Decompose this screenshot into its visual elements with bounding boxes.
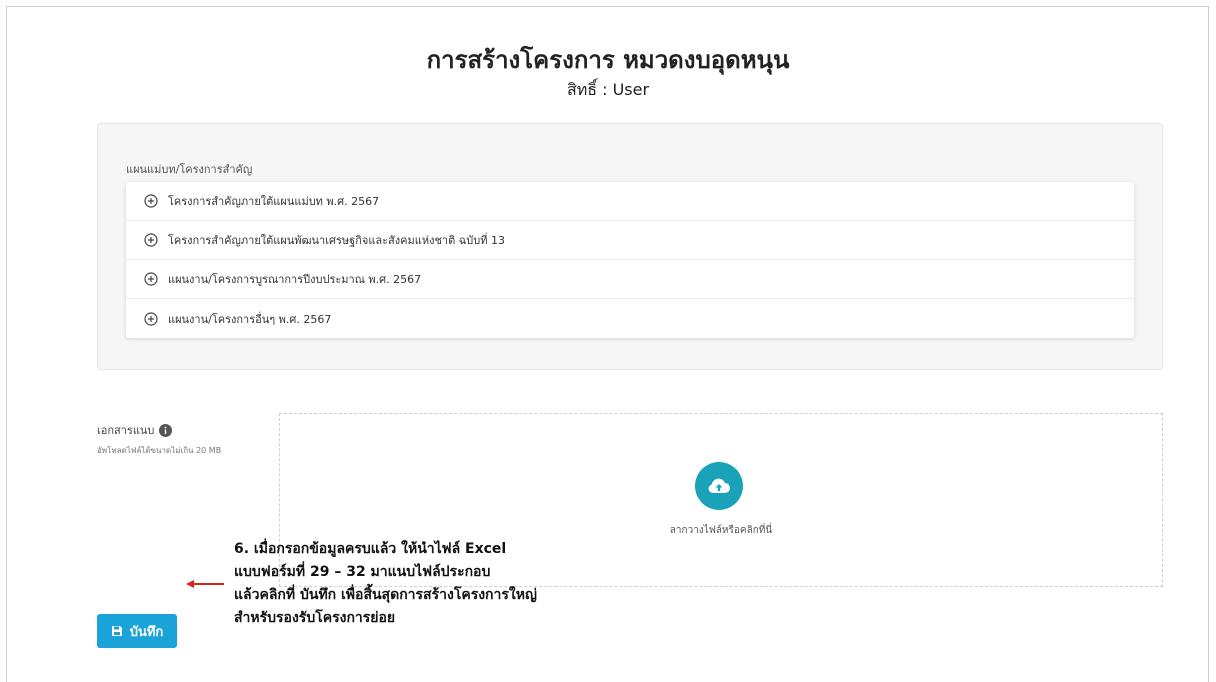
attachments-label: เอกสารแนบ xyxy=(97,421,173,439)
save-button[interactable]: บันทึก xyxy=(97,614,177,648)
info-icon[interactable] xyxy=(159,423,173,437)
plans-label: แผนแม่บท/โครงการสำคัญ xyxy=(126,163,253,176)
attachments-label-text: เอกสารแนบ xyxy=(97,424,155,437)
page-title: การสร้างโครงการ หมวดงบอุดหนุน xyxy=(426,46,790,74)
accordion-item-label: โครงการสำคัญภายใต้แผนแม่บท พ.ศ. 2567 xyxy=(168,195,380,208)
accordion-item-other-plan[interactable]: แผนงาน/โครงการอื่นๆ พ.ศ. 2567 xyxy=(126,299,1134,338)
accordion-item-national-plan[interactable]: โครงการสำคัญภายใต้แผนพัฒนาเศรษฐกิจและสัง… xyxy=(126,221,1134,260)
accordion-item-label: แผนงาน/โครงการอื่นๆ พ.ศ. 2567 xyxy=(168,312,332,326)
accordion-item-integration-plan[interactable]: แผนงาน/โครงการบูรณาการปีงบประมาณ พ.ศ. 25… xyxy=(126,260,1134,299)
accordion-item-master-plan[interactable]: โครงการสำคัญภายใต้แผนแม่บท พ.ศ. 2567 xyxy=(126,182,1134,221)
plus-circle-icon xyxy=(144,233,158,247)
plans-accordion: โครงการสำคัญภายใต้แผนแม่บท พ.ศ. 2567 โคร… xyxy=(126,182,1134,338)
cloud-upload-icon xyxy=(695,462,743,510)
instruction-annotation: 6. เมื่อกรอกข้อมูลครบแล้ว ให้นำไฟล์ Exce… xyxy=(234,538,564,630)
plus-circle-icon xyxy=(144,272,158,286)
plans-card: แผนแม่บท/โครงการสำคัญ โครงการสำคัญภายใต้… xyxy=(97,123,1163,370)
red-arrow-icon xyxy=(186,580,224,588)
attachments-hint: อัพโหลดไฟล์ได้ขนาดไม่เกิน 20 MB xyxy=(97,446,222,455)
annotation-line: สำหรับรองรับโครงการย่อย xyxy=(234,610,396,626)
dropzone-text: ลากวางไฟล์หรือคลิกที่นี่ xyxy=(669,525,773,536)
save-icon xyxy=(111,626,122,636)
plus-circle-icon xyxy=(144,194,158,208)
save-button-label: บันทึก xyxy=(129,624,164,640)
accordion-item-label: โครงการสำคัญภายใต้แผนพัฒนาเศรษฐกิจและสัง… xyxy=(168,234,505,247)
plus-circle-icon xyxy=(144,311,158,326)
accordion-item-label: แผนงาน/โครงการบูรณาการปีงบประมาณ พ.ศ. 25… xyxy=(168,273,422,286)
annotation-line: แล้วคลิกที่ บันทึก เพื่อสิ้นสุดการสร้างโ… xyxy=(234,587,537,603)
role-subtitle: สิทธิ์ : User xyxy=(566,80,650,99)
annotation-line: 6. เมื่อกรอกข้อมูลครบแล้ว ให้นำไฟล์ Exce… xyxy=(234,541,507,557)
annotation-line: แบบฟอร์มที่ 29 – 32 มาแนบไฟล์ประกอบ xyxy=(234,564,491,580)
